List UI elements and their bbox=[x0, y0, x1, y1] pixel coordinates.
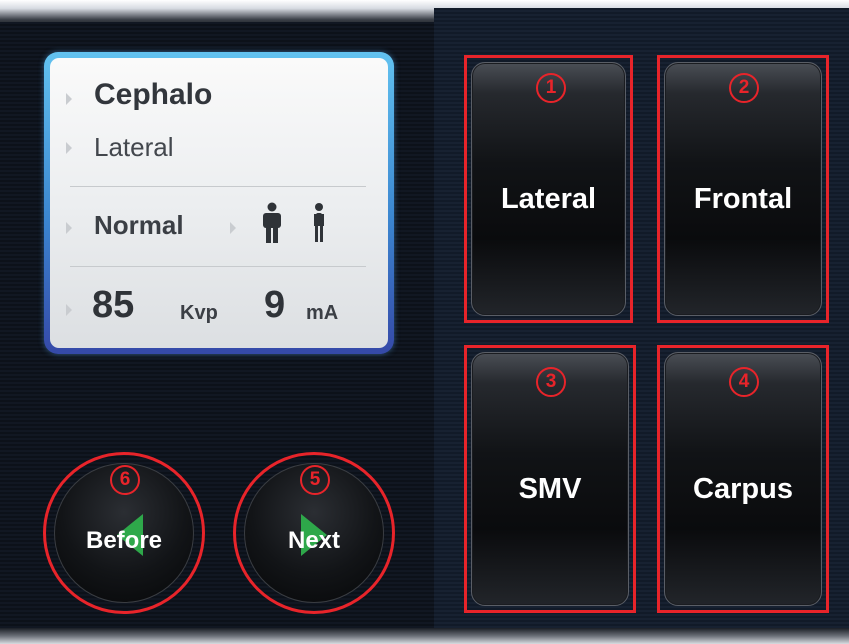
bullet-icon bbox=[66, 142, 72, 154]
annotation-badge-2: 2 bbox=[729, 73, 759, 103]
adult-person-icon bbox=[263, 202, 281, 243]
divider bbox=[70, 266, 366, 267]
ma-unit: mA bbox=[306, 302, 339, 324]
frontal-button-label: Frontal bbox=[693, 183, 793, 215]
carpus-option-highlight: 4 Carpus bbox=[657, 345, 829, 613]
frontal-option-highlight: 2 Frontal bbox=[657, 55, 829, 323]
lateral-button-label: Lateral bbox=[500, 183, 597, 215]
carpus-button-label: Carpus bbox=[693, 473, 793, 505]
exposure-info-panel: Cephalo Lateral Normal 85 Kvp 9 mA bbox=[44, 52, 394, 354]
kvp-value: 85 bbox=[92, 284, 135, 326]
next-button-highlight: Next 5 bbox=[233, 452, 395, 614]
projection-label: Lateral bbox=[94, 132, 174, 162]
frontal-button[interactable]: 2 Frontal bbox=[664, 62, 822, 316]
bullet-icon bbox=[66, 304, 72, 316]
bullet-icon bbox=[230, 222, 236, 234]
before-button-label: Before bbox=[85, 527, 163, 554]
annotation-badge-3: 3 bbox=[536, 367, 566, 397]
program-title: Cephalo bbox=[94, 78, 213, 111]
smv-option-highlight: 3 SMV bbox=[464, 345, 636, 613]
kvp-unit: Kvp bbox=[180, 302, 218, 324]
annotation-badge-1: 1 bbox=[536, 73, 566, 103]
lateral-option-highlight: 1 Lateral bbox=[464, 55, 633, 323]
ma-value: 9 bbox=[264, 284, 286, 326]
annotation-badge-4: 4 bbox=[729, 367, 759, 397]
before-button-highlight: Before 6 bbox=[43, 452, 205, 614]
next-button-label: Next bbox=[287, 527, 341, 554]
divider bbox=[70, 186, 366, 187]
lateral-button[interactable]: 1 Lateral bbox=[471, 62, 626, 316]
exposure-info-card: Cephalo Lateral Normal 85 Kvp 9 mA bbox=[50, 58, 388, 348]
child-person-icon bbox=[314, 203, 324, 242]
mode-label: Normal bbox=[94, 210, 184, 240]
annotation-badge-5: 5 bbox=[300, 465, 330, 495]
carpus-button[interactable]: 4 Carpus bbox=[664, 352, 822, 606]
smv-button-label: SMV bbox=[518, 473, 582, 505]
annotation-badge-6: 6 bbox=[110, 465, 140, 495]
bottom-edge-highlight bbox=[0, 628, 849, 644]
smv-button[interactable]: 3 SMV bbox=[471, 352, 629, 606]
bullet-icon bbox=[66, 93, 72, 105]
bullet-icon bbox=[66, 222, 72, 234]
